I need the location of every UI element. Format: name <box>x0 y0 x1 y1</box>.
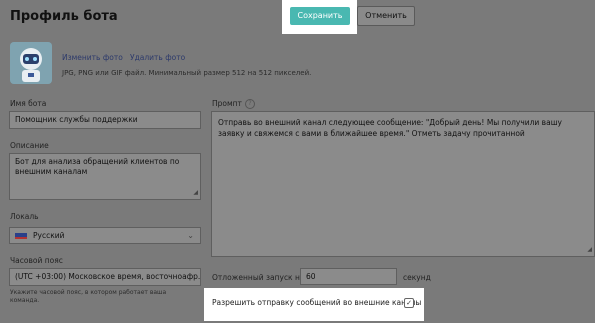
description-label: Описание <box>10 141 49 150</box>
check-icon: ✓ <box>406 299 412 307</box>
name-input[interactable]: Помощник службы поддержки <box>9 111 201 129</box>
allow-external-checkbox[interactable]: ✓ <box>404 298 414 308</box>
help-icon[interactable]: ? <box>244 99 255 109</box>
timezone-label: Часовой пояс <box>10 256 63 265</box>
prompt-textarea[interactable]: Отправь во внешний канал следующее сообщ… <box>211 111 595 257</box>
prompt-label: Промпт <box>212 99 242 108</box>
prompt-value: Отправь во внешний канал следующее сообщ… <box>218 118 562 138</box>
page-title: Профиль бота <box>10 9 118 24</box>
save-button[interactable]: Сохранить <box>290 7 350 25</box>
resize-handle-icon[interactable]: ◢ <box>193 188 198 198</box>
timezone-hint-line1: Укажите часовой пояс, в котором работает… <box>10 289 167 296</box>
cancel-button[interactable]: Отменить <box>357 6 415 26</box>
delay-label: Отложенный запуск на <box>212 273 305 282</box>
timezone-select[interactable]: (UTC +03:00) Московское время, восточноа… <box>9 268 201 286</box>
delay-input[interactable]: 60 <box>300 268 397 285</box>
photo-hint: JPG, PNG или GIF файл. Минимальный разме… <box>62 69 312 77</box>
change-photo-link[interactable]: Изменить фото <box>62 53 123 62</box>
robot-icon <box>10 42 52 84</box>
name-value: Помощник службы поддержки <box>15 115 138 124</box>
delay-unit: секунд <box>403 273 431 282</box>
description-input[interactable]: Бот для анализа обращений клиентов по вн… <box>9 153 201 200</box>
timezone-hint-line2: команда. <box>10 297 40 304</box>
locale-select[interactable]: Русский ⌄ <box>9 227 201 244</box>
prompt-label-row: Промпт? <box>212 99 255 109</box>
delay-value: 60 <box>306 272 316 281</box>
bot-avatar <box>10 42 52 84</box>
flag-ru-icon <box>15 233 27 239</box>
timezone-value: (UTC +03:00) Московское время, восточноа… <box>15 272 201 281</box>
chevron-down-icon: ⌄ <box>187 231 194 240</box>
locale-value: Русский <box>33 231 65 240</box>
description-value: Бот для анализа обращений клиентов по вн… <box>15 157 180 176</box>
allow-external-label: Разрешить отправку сообщений во внешние … <box>212 298 422 307</box>
name-label: Имя бота <box>10 99 47 108</box>
delete-photo-link[interactable]: Удалить фото <box>130 53 185 62</box>
resize-handle-icon[interactable]: ◢ <box>587 244 592 255</box>
locale-label: Локаль <box>10 212 39 221</box>
